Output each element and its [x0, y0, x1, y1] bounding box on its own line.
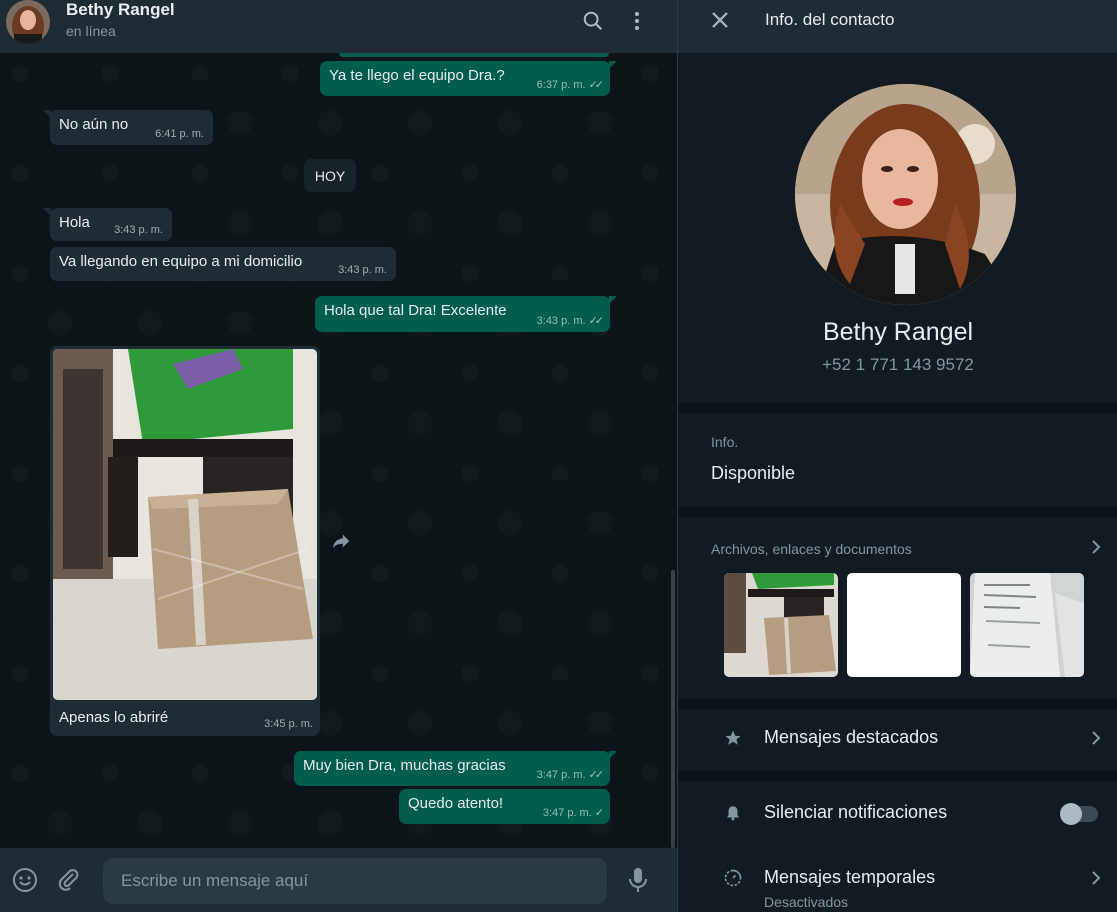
media-thumbnail[interactable] [970, 573, 1084, 677]
composer-bar: Escribe un mensaje aquí [0, 848, 677, 912]
profile-name: Bethy Rangel [822, 318, 974, 346]
message-text: Apenas lo abriré [59, 709, 169, 726]
message-time: 3:45 p. m. [264, 718, 313, 730]
mute-row[interactable]: Silenciar notificaciones [678, 781, 1117, 845]
close-icon[interactable] [708, 8, 732, 32]
chevron-right-icon[interactable] [1088, 539, 1104, 555]
sent-tick-icon: ✓ [594, 807, 604, 819]
mute-label: Silenciar notificaciones [764, 802, 948, 822]
chevron-right-icon [1088, 730, 1104, 746]
message-outgoing[interactable]: Muy bien Dra, muchas gracias 3:47 p. m. ✓… [294, 751, 617, 786]
media-label[interactable]: Archivos, enlaces y documentos [711, 541, 912, 557]
message-time: 3:43 p. m. [114, 224, 163, 236]
avatar[interactable] [6, 0, 50, 44]
info-title: Info. del contacto [765, 10, 895, 29]
read-ticks-icon: ✓✓ [588, 769, 605, 781]
whatsapp-app: Bethy Rangel en línea Ya te llego el equ… [0, 0, 1117, 912]
profile-photo[interactable] [795, 84, 1016, 305]
message-input[interactable]: Escribe un mensaje aquí [103, 858, 607, 904]
message-bubble-partial [339, 53, 609, 57]
message-text: Quedo atento! [408, 795, 504, 812]
about-section: Info. Disponible [678, 413, 1117, 507]
read-ticks-icon: ✓✓ [588, 315, 605, 327]
starred-messages-row[interactable]: Mensajes destacados [678, 709, 1117, 771]
about-value: Disponible [711, 463, 796, 483]
message-outgoing[interactable]: Quedo atento! 3:47 p. m. ✓ [399, 789, 610, 824]
emoji-icon[interactable] [11, 866, 39, 894]
message-text: Ya te llego el equipo Dra.? [329, 67, 505, 84]
scrollbar[interactable] [671, 570, 675, 848]
attach-icon[interactable] [55, 866, 83, 894]
chat-pane: Bethy Rangel en línea Ya te llego el equ… [0, 0, 677, 912]
star-icon [722, 727, 744, 749]
chevron-right-icon [1088, 870, 1104, 886]
message-text: Hola [59, 214, 90, 231]
contact-info-pane: Info. del contacto Bethy Rangel +52 1 77… [677, 0, 1117, 912]
info-header: Info. del contacto [678, 0, 1117, 53]
read-ticks-icon: ✓✓ [588, 79, 605, 91]
about-label: Info. [711, 434, 739, 450]
media-thumbnail[interactable] [724, 573, 838, 677]
message-incoming[interactable]: Va llegando en equipo a mi domicilio 3:4… [50, 247, 396, 281]
disappearing-messages-value: Desactivados [764, 894, 849, 910]
message-time: 3:47 p. m. ✓ [542, 807, 604, 819]
image-message[interactable]: Apenas lo abriré 3:45 p. m. [50, 346, 320, 736]
disappearing-messages-label: Mensajes temporales [764, 867, 936, 887]
message-outgoing[interactable]: Ya te llego el equipo Dra.? 6:37 p. m. ✓✓ [320, 61, 617, 96]
message-outgoing[interactable]: Hola que tal Dra! Excelente 3:43 p. m. ✓✓ [315, 296, 617, 332]
date-divider: HOY [304, 159, 356, 192]
search-icon[interactable] [580, 8, 606, 34]
bell-icon [722, 802, 744, 824]
photo-box-on-floor[interactable] [53, 349, 317, 700]
media-section: Archivos, enlaces y documentos [678, 517, 1117, 699]
message-time: 6:41 p. m. [155, 128, 204, 140]
settings-section: Silenciar notificaciones Mensajes tempor… [678, 781, 1117, 912]
profile-phone: +52 1 771 143 9572 [822, 355, 974, 374]
menu-icon[interactable] [624, 8, 650, 34]
message-time: 3:43 p. m. [338, 264, 387, 276]
contact-name[interactable]: Bethy Rangel [66, 0, 175, 20]
message-time: 6:37 p. m. ✓✓ [536, 79, 605, 91]
message-text: Va llegando en equipo a mi domicilio [59, 253, 303, 270]
forward-icon[interactable] [330, 530, 352, 552]
contact-status: en línea [66, 23, 116, 39]
message-text: Muy bien Dra, muchas gracias [303, 757, 506, 774]
disappearing-messages-row[interactable]: Mensajes temporales Desactivados [678, 853, 1117, 912]
message-text: Hola que tal Dra! Excelente [324, 302, 507, 319]
mute-toggle[interactable] [1060, 803, 1098, 825]
message-time: 3:47 p. m. ✓✓ [536, 769, 605, 781]
message-text: No aún no [59, 116, 129, 133]
mic-icon[interactable] [624, 866, 652, 894]
profile-card: Bethy Rangel +52 1 771 143 9572 [678, 53, 1117, 403]
message-time: 3:43 p. m. ✓✓ [536, 315, 605, 327]
message-incoming[interactable]: Hola 3:43 p. m. [43, 208, 172, 241]
timer-icon [722, 867, 744, 889]
starred-messages-label: Mensajes destacados [764, 727, 939, 747]
media-thumbnail[interactable] [847, 573, 961, 677]
chat-header[interactable]: Bethy Rangel en línea [0, 0, 677, 53]
message-incoming[interactable]: No aún no 6:41 p. m. [43, 110, 213, 145]
